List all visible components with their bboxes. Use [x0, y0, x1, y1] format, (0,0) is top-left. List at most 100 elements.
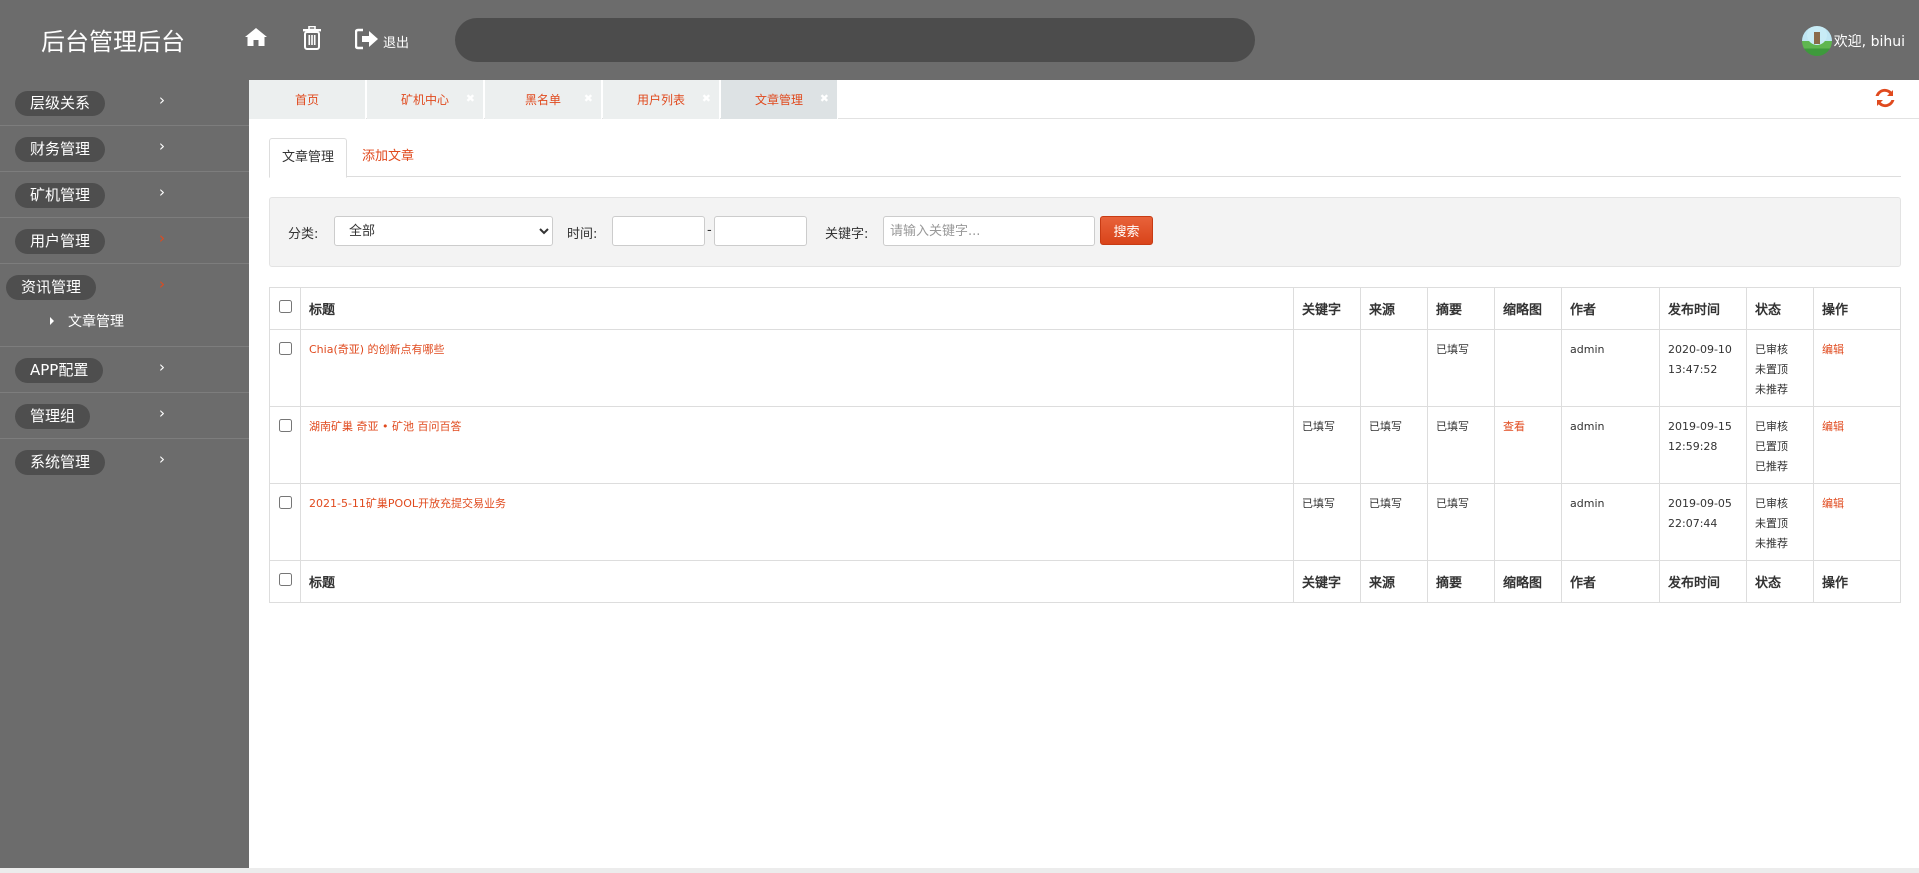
publish-time-cell: 2019-09-15 12:59:28	[1659, 406, 1747, 484]
keyword-input[interactable]	[883, 216, 1095, 246]
view-thumbnail-link[interactable]: 查看	[1503, 420, 1525, 433]
sidebar-item-users[interactable]: 用户管理 ›	[0, 218, 249, 264]
welcome-text: 欢迎, bihui	[1833, 34, 1905, 50]
row-select-cell	[269, 406, 301, 484]
tab-article-management[interactable]: 文章管理 ✖	[721, 80, 838, 119]
row-checkbox[interactable]	[278, 419, 292, 432]
source-cell: 已填写	[1360, 483, 1428, 561]
tab-home[interactable]: 首页	[249, 80, 366, 119]
column-header: 来源	[1360, 560, 1428, 603]
page-tabs: 首页 矿机中心 ✖ 黑名单 ✖ 用户列表 ✖ 文章管理 ✖	[249, 80, 1919, 119]
tab-user-list[interactable]: 用户列表 ✖	[603, 80, 720, 119]
avatar	[1801, 26, 1832, 56]
publish-clock: 13:47:52	[1668, 363, 1718, 376]
column-header: 发布时间	[1659, 560, 1747, 603]
chevron-right-icon: ›	[159, 358, 165, 376]
sidebar-item-admin-groups[interactable]: 管理组 ›	[0, 393, 249, 439]
caret-right-icon	[50, 317, 54, 325]
close-icon[interactable]: ✖	[702, 92, 711, 105]
sidebar-subitem-article-management[interactable]: 文章管理	[50, 311, 124, 331]
table-row: Chia(奇亚) 的创新点有哪些 已填写 admin 2020-09-10 13:…	[269, 329, 1901, 407]
refresh-icon	[1873, 88, 1897, 113]
global-search-input[interactable]	[455, 18, 1255, 62]
trash-icon	[302, 26, 322, 50]
article-title-link[interactable]: 2021-5-11矿巢POOL开放充提交易业务	[309, 497, 506, 510]
sidebar-item-label: 系统管理	[15, 450, 106, 475]
sidebar-item-label: APP配置	[15, 358, 104, 383]
filter-panel: 分类: 全部 时间: - 关键字: 搜索	[269, 197, 1901, 267]
edit-link[interactable]: 编辑	[1822, 420, 1844, 433]
status-recommended: 未推荐	[1755, 383, 1788, 396]
column-header: 操作	[1813, 560, 1901, 603]
sidebar-item-label: 资讯管理	[6, 275, 97, 300]
close-icon[interactable]: ✖	[820, 92, 829, 105]
author-cell: admin	[1561, 329, 1660, 407]
source-cell	[1360, 329, 1428, 407]
sidebar-item-miners[interactable]: 矿机管理 ›	[0, 172, 249, 218]
column-header: 关键字	[1293, 560, 1361, 603]
category-select[interactable]: 全部	[334, 216, 553, 246]
column-header: 操作	[1813, 287, 1901, 330]
summary-cell: 已填写	[1427, 483, 1495, 561]
close-icon[interactable]: ✖	[584, 92, 593, 105]
tab-blacklist[interactable]: 黑名单 ✖	[485, 80, 602, 119]
logout-icon	[355, 28, 379, 50]
close-icon[interactable]: ✖	[466, 92, 475, 105]
column-header: 关键字	[1293, 287, 1361, 330]
top-header: 后台管理后台 退出 欢迎, bihui	[0, 0, 1919, 80]
subtab-article-management[interactable]: 文章管理	[269, 138, 348, 178]
article-title-link[interactable]: Chia(奇亚) 的创新点有哪些	[309, 343, 445, 356]
sidebar-item-news[interactable]: 资讯管理 › 文章管理	[0, 264, 249, 347]
action-cell: 编辑	[1813, 483, 1901, 561]
publish-time-cell: 2019-09-05 22:07:44	[1659, 483, 1747, 561]
subtab-add-article[interactable]: 添加文章	[350, 138, 426, 177]
sidebar-item-system[interactable]: 系统管理 ›	[0, 439, 249, 485]
sidebar-item-finance[interactable]: 财务管理 ›	[0, 126, 249, 172]
select-all-checkbox-bottom[interactable]	[278, 573, 292, 586]
edit-link[interactable]: 编辑	[1822, 497, 1844, 510]
chevron-right-icon: ›	[159, 229, 165, 247]
select-all-cell	[269, 560, 301, 603]
author-cell: admin	[1561, 483, 1660, 561]
summary-cell: 已填写	[1427, 329, 1495, 407]
table-row: 2021-5-11矿巢POOL开放充提交易业务 已填写 已填写 已填写 admi…	[269, 483, 1901, 561]
article-title-link[interactable]: 湖南矿巢 奇亚 • 矿池 百问百答	[309, 420, 461, 433]
publish-clock: 22:07:44	[1668, 517, 1718, 530]
chevron-right-icon: ›	[159, 91, 165, 109]
sidebar-item-app-config[interactable]: APP配置 ›	[0, 347, 249, 393]
footer-bar	[0, 868, 1919, 873]
thumbnail-cell	[1494, 329, 1562, 407]
end-date-input[interactable]	[714, 216, 807, 246]
search-button[interactable]: 搜索	[1100, 216, 1153, 245]
sidebar-item-label: 管理组	[15, 404, 91, 429]
column-header: 标题	[300, 287, 1294, 330]
select-all-checkbox[interactable]	[278, 300, 292, 313]
status-audit: 已审核	[1755, 497, 1788, 510]
user-menu[interactable]: 欢迎, bihui	[1801, 26, 1905, 56]
chevron-right-icon: ›	[159, 183, 165, 201]
tab-miner-center[interactable]: 矿机中心 ✖	[367, 80, 484, 119]
row-checkbox[interactable]	[278, 496, 292, 509]
start-date-input[interactable]	[612, 216, 705, 246]
action-cell: 编辑	[1813, 406, 1901, 484]
status-audit: 已审核	[1755, 343, 1788, 356]
home-button[interactable]	[244, 26, 268, 48]
refresh-button[interactable]	[1873, 86, 1897, 113]
clear-cache-button[interactable]	[302, 26, 322, 50]
sidebar-item-hierarchy[interactable]: 层级关系 ›	[0, 80, 249, 126]
logout-button[interactable]: 退出	[355, 26, 409, 51]
source-cell: 已填写	[1360, 406, 1428, 484]
column-header: 状态	[1746, 287, 1814, 330]
column-header: 标题	[300, 560, 1294, 603]
publish-time-cell: 2020-09-10 13:47:52	[1659, 329, 1747, 407]
sidebar-item-label: 层级关系	[15, 91, 106, 116]
edit-link[interactable]: 编辑	[1822, 343, 1844, 356]
brand-title: 后台管理后台	[41, 28, 185, 56]
action-cell: 编辑	[1813, 329, 1901, 407]
sidebar-item-label: 财务管理	[15, 137, 106, 162]
tab-label: 用户列表	[636, 93, 685, 107]
author-cell: admin	[1561, 406, 1660, 484]
table-footer-row: 标题 关键字 来源 摘要 缩略图 作者 发布时间 状态 操作	[269, 560, 1901, 603]
row-checkbox[interactable]	[278, 342, 292, 355]
tab-label: 文章管理	[754, 93, 803, 107]
